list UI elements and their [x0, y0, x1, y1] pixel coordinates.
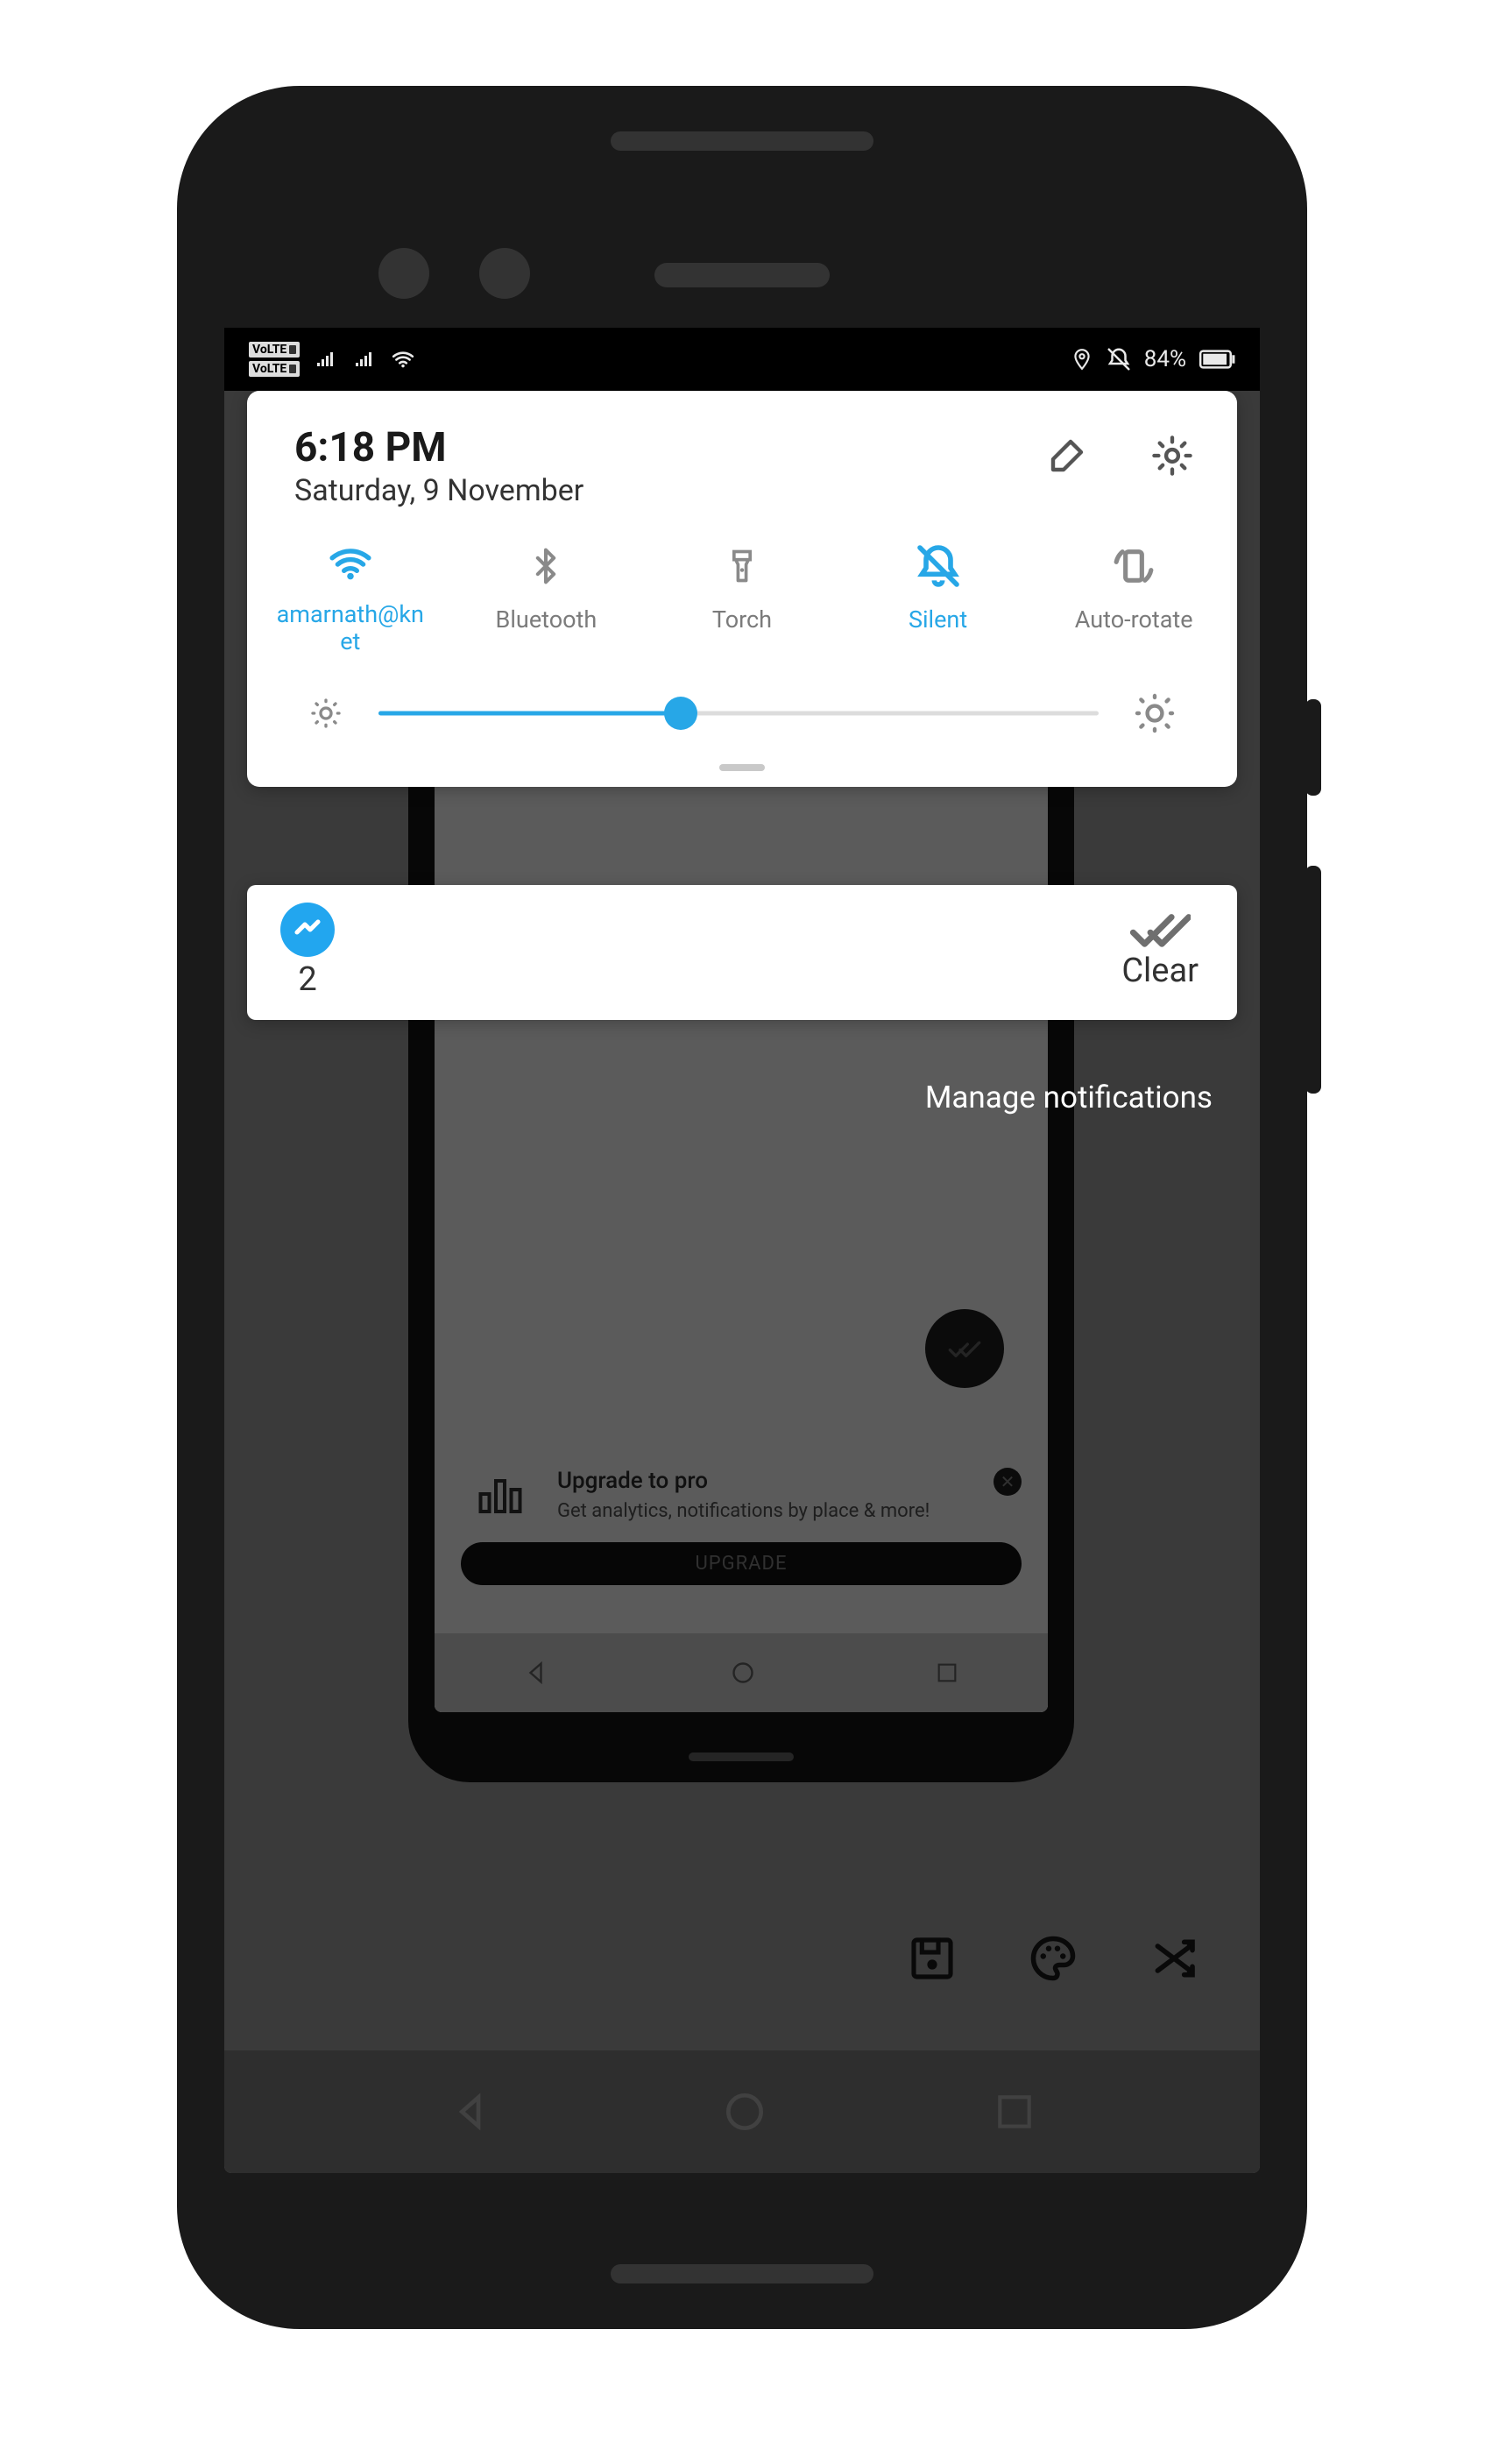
frame-speaker: [654, 263, 830, 287]
brightness-low-icon: [308, 696, 343, 731]
qs-time: 6:18 PM: [294, 424, 583, 471]
bluetooth-icon: [527, 542, 565, 591]
qs-tile-autorotate[interactable]: Auto-rotate: [1036, 542, 1232, 655]
qs-tile-bluetooth[interactable]: Bluetooth: [449, 542, 645, 655]
nav-home-icon[interactable]: [720, 2087, 769, 2136]
system-nav-bar: [224, 2050, 1260, 2173]
shuffle-icon[interactable]: [1149, 1934, 1199, 1983]
frame-camera: [479, 248, 530, 299]
mute-icon: [1106, 346, 1132, 372]
silent-icon: [914, 542, 963, 591]
battery-icon: [1199, 350, 1235, 369]
preview-home-indicator: [689, 1752, 794, 1761]
qs-tile-wifi[interactable]: amarnath@knet: [252, 542, 449, 655]
messenger-icon[interactable]: [280, 903, 335, 957]
frame-volume-button: [1305, 866, 1321, 1094]
brightness-high-icon: [1134, 692, 1176, 734]
battery-percentage: 84%: [1144, 346, 1186, 372]
palette-icon[interactable]: [1027, 1932, 1079, 1985]
brightness-slider[interactable]: [378, 711, 1099, 716]
nav-back-icon[interactable]: [448, 2087, 497, 2136]
qs-tile-torch[interactable]: Torch: [644, 542, 840, 655]
nav-recents-icon[interactable]: [993, 2090, 1036, 2134]
wifi-icon: [326, 542, 375, 585]
notification-panel[interactable]: 2 Clear: [247, 885, 1237, 1020]
notification-count: 2: [298, 960, 316, 999]
edit-icon[interactable]: [1046, 435, 1088, 477]
volte-badges: VoLTE VoLTE: [249, 342, 300, 377]
qs-expand-handle[interactable]: [719, 764, 765, 771]
qs-tile-label: Bluetooth: [496, 606, 598, 634]
signal-icon: [350, 349, 377, 370]
qs-tile-label: Auto-rotate: [1075, 606, 1193, 634]
clear-button[interactable]: Clear: [1121, 952, 1199, 990]
status-bar: VoLTE VoLTE 84%: [224, 328, 1260, 391]
frame-sensor: [378, 248, 429, 299]
signal-icon: [312, 349, 338, 370]
flashlight-icon: [723, 542, 761, 591]
auto-rotate-icon: [1109, 542, 1158, 591]
manage-notifications-link[interactable]: Manage notifications: [925, 1080, 1213, 1115]
save-icon[interactable]: [908, 1934, 957, 1983]
frame-bottom-notch: [611, 2264, 873, 2283]
wifi-icon: [389, 348, 417, 371]
qs-date: Saturday, 9 November: [294, 473, 583, 508]
brightness-row: [247, 662, 1237, 759]
frame-top-notch: [611, 131, 873, 151]
qs-tile-label: Torch: [712, 606, 772, 634]
qs-tile-label: Silent: [909, 606, 967, 634]
phone-device-frame: Please allow Notification Hub Notificati…: [177, 86, 1307, 2329]
frame-power-button: [1305, 699, 1321, 796]
clear-all-icon[interactable]: [1129, 911, 1191, 950]
qs-tile-silent[interactable]: Silent: [840, 542, 1036, 655]
qs-tile-label: amarnath@knet: [276, 601, 425, 655]
location-icon: [1071, 348, 1093, 371]
editor-toolbar: [908, 1932, 1199, 1985]
quick-settings-panel: 6:18 PM Saturday, 9 November amarnat: [247, 391, 1237, 787]
settings-icon[interactable]: [1149, 433, 1195, 478]
